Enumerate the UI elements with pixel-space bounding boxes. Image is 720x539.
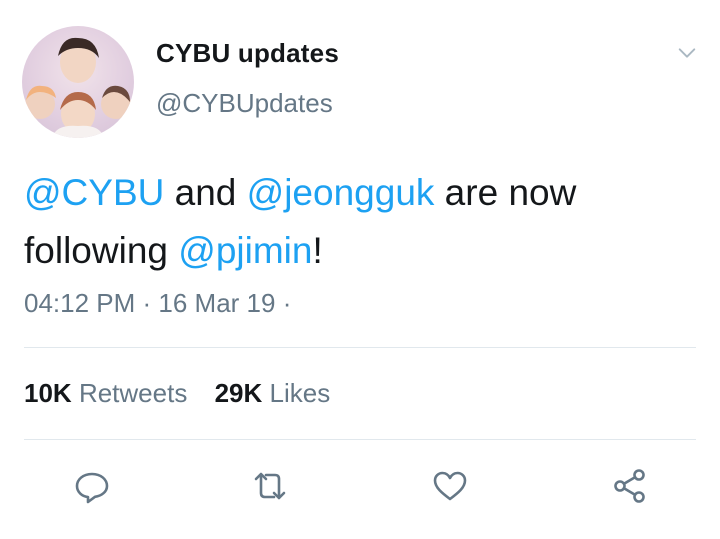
- tweet-text-segment: !: [312, 230, 323, 271]
- tweet-date[interactable]: 16 Mar 19: [158, 288, 275, 318]
- chevron-down-icon[interactable]: [676, 42, 698, 64]
- meta-separator: ·: [275, 288, 292, 318]
- tweet-text-segment: and: [164, 172, 247, 213]
- avatar-image: [25, 37, 131, 138]
- likes-label: Likes: [269, 378, 331, 408]
- tweet-time[interactable]: 04:12 PM: [24, 288, 135, 318]
- divider: [24, 347, 696, 348]
- retweets-label: Retweets: [78, 378, 188, 408]
- divider: [24, 439, 696, 440]
- tweet-text: @CYBU and @jeongguk are now following @p…: [24, 164, 704, 280]
- meta-separator: ·: [135, 288, 159, 318]
- retweets-count: 10K: [24, 378, 72, 408]
- like-icon[interactable]: [430, 466, 470, 506]
- likes-stat[interactable]: 29K Likes: [215, 378, 331, 408]
- mention-link[interactable]: @jeongguk: [247, 172, 435, 213]
- retweet-icon[interactable]: [250, 466, 290, 506]
- avatar[interactable]: [22, 26, 134, 138]
- tweet-timestamp: 04:12 PM · 16 Mar 19 ·: [24, 288, 291, 319]
- user-handle[interactable]: @CYBUpdates: [156, 88, 333, 119]
- tweet-stats: 10K Retweets 29K Likes: [24, 378, 350, 409]
- display-name[interactable]: CYBU updates: [156, 38, 339, 69]
- reply-icon[interactable]: [72, 466, 112, 506]
- mention-link[interactable]: @CYBU: [24, 172, 164, 213]
- likes-count: 29K: [214, 378, 263, 408]
- share-icon[interactable]: [610, 466, 650, 506]
- retweets-stat[interactable]: 10K Retweets: [24, 378, 187, 408]
- mention-link[interactable]: @pjimin: [178, 230, 312, 271]
